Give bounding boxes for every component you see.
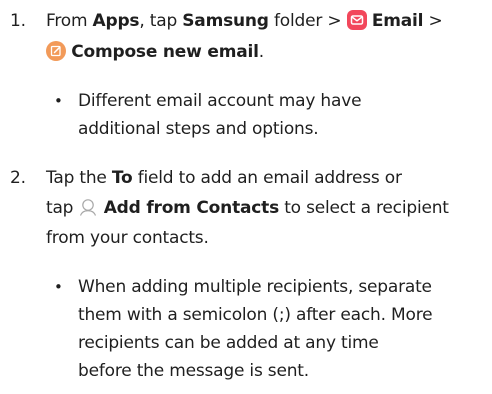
step-2-note-bullet: • <box>54 278 63 296</box>
step-2-line-2: tap Add from Contacts to select a recipi… <box>46 196 449 224</box>
step-2-note-line-4: before the message is sent. <box>78 361 309 381</box>
step-1-note-line-1: Different email account may have <box>78 91 362 111</box>
step-2-line-1: Tap the To field to add an email address… <box>46 168 402 188</box>
add-from-contacts-label: Add from Contacts <box>103 198 279 218</box>
step-1-number: 1. <box>10 11 26 31</box>
step-2-note-line-2: them with a semicolon (;) after each. Mo… <box>78 305 433 325</box>
step-1-line-1: From Apps, tap Samsung folder > Email > <box>46 9 443 37</box>
apps-label: Apps <box>92 11 140 31</box>
step-2-number: 2. <box>10 168 26 188</box>
to-label: To <box>111 168 133 188</box>
step-1-note-bullet: • <box>54 92 63 110</box>
compose-label: Compose new email <box>71 42 259 62</box>
samsung-label: Samsung <box>182 11 269 31</box>
add-contact-icon <box>78 197 98 224</box>
step-2-note-line-1: When adding multiple recipients, separat… <box>78 277 432 297</box>
step-2-line-3: from your contacts. <box>46 228 209 248</box>
email-label: Email <box>371 11 424 31</box>
compose-icon <box>46 41 66 68</box>
step-1-note-line-2: additional steps and options. <box>78 119 319 139</box>
step-2-note-line-3: recipients can be added at any time <box>78 333 379 353</box>
step-1-line-2: Compose new email. <box>46 40 264 68</box>
email-icon <box>346 10 367 37</box>
